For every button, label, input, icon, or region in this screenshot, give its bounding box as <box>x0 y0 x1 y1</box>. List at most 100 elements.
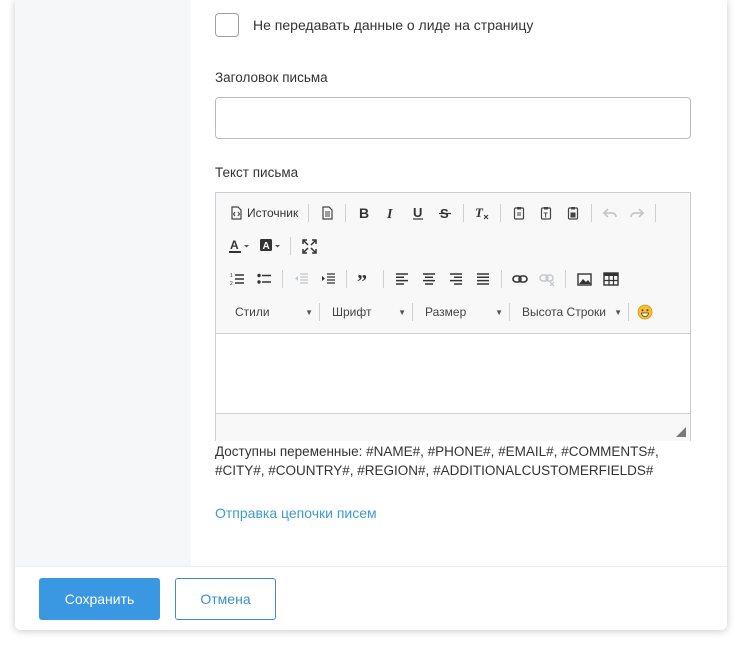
bold-button[interactable]: B <box>352 201 376 225</box>
text-color-icon: A <box>228 238 250 254</box>
line-height-combo[interactable]: Высота Строки ▼ <box>512 300 626 324</box>
toolbar-separator <box>282 270 283 288</box>
save-button[interactable]: Сохранить <box>39 578 160 620</box>
toolbar-separator <box>501 270 502 288</box>
side-panel <box>15 0 191 566</box>
cancel-button[interactable]: Отмена <box>175 578 276 620</box>
undo-button[interactable] <box>598 201 622 225</box>
toolbar-separator <box>565 270 566 288</box>
italic-button[interactable]: I <box>379 201 403 225</box>
bold-icon: B <box>357 206 371 220</box>
toolbar-separator <box>346 270 347 288</box>
align-left-icon <box>395 273 409 285</box>
paste-icon <box>512 206 526 220</box>
modal-footer: Сохранить Отмена <box>15 566 727 630</box>
text-color-button[interactable]: A <box>225 234 253 258</box>
strikethrough-button[interactable]: S <box>433 201 457 225</box>
toolbar-row-4: Стили ▼ Шрифт ▼ Размер ▼ Высота Строки ▼ <box>225 299 660 325</box>
email-chain-link[interactable]: Отправка цепочки писем <box>215 505 377 521</box>
redo-icon <box>629 206 645 220</box>
justify-icon <box>476 273 490 285</box>
maximize-button[interactable] <box>297 234 321 258</box>
maximize-icon <box>301 238 317 254</box>
styles-combo[interactable]: Стили ▼ <box>225 300 317 324</box>
paste-text-button[interactable]: T <box>534 201 558 225</box>
no-pass-lead-option[interactable]: Не передавать данные о лиде на страницу <box>215 13 533 37</box>
toolbar-separator <box>509 303 510 321</box>
toolbar-separator <box>319 303 320 321</box>
indent-icon <box>321 272 336 286</box>
bulleted-list-button[interactable] <box>252 267 276 291</box>
unlink-button[interactable] <box>535 267 559 291</box>
unlink-icon <box>539 272 555 286</box>
numbered-list-button[interactable]: 12 <box>225 267 249 291</box>
body-label: Текст письма <box>215 165 299 180</box>
align-left-button[interactable] <box>390 267 414 291</box>
bulleted-list-icon <box>256 272 272 286</box>
align-center-button[interactable] <box>417 267 441 291</box>
paste-button[interactable] <box>507 201 531 225</box>
editor-statusbar <box>216 413 690 441</box>
link-icon <box>512 273 528 285</box>
link-button[interactable] <box>508 267 532 291</box>
toolbar-separator <box>463 204 465 222</box>
size-combo-label: Размер <box>425 305 467 319</box>
table-icon <box>603 272 619 286</box>
blockquote-button[interactable]: ” <box>353 267 377 291</box>
toolbar-separator <box>628 303 629 321</box>
image-button[interactable] <box>572 267 596 291</box>
strikethrough-icon: S <box>438 206 452 220</box>
toolbar-separator <box>500 204 502 222</box>
underline-icon: U <box>411 206 425 220</box>
toolbar-separator <box>655 204 657 222</box>
emoji-button[interactable] <box>633 300 657 324</box>
source-label: Источник <box>247 206 299 220</box>
bg-color-icon: A <box>259 238 281 254</box>
svg-text:I: I <box>386 207 393 220</box>
chevron-down-icon: ▼ <box>398 307 406 317</box>
remove-format-icon: T <box>474 206 490 220</box>
font-combo[interactable]: Шрифт ▼ <box>322 300 410 324</box>
line-height-combo-label: Высота Строки <box>522 305 607 319</box>
toolbar-separator <box>308 204 310 222</box>
no-pass-lead-label[interactable]: Не передавать данные о лиде на страницу <box>253 17 533 33</box>
numbered-list-icon: 12 <box>230 272 245 286</box>
svg-text:T: T <box>475 206 484 220</box>
align-right-icon <box>449 273 463 285</box>
toolbar-row-1: Источник B I U T T <box>225 200 662 226</box>
size-combo[interactable]: Размер ▼ <box>415 300 507 324</box>
indent-button[interactable] <box>316 267 340 291</box>
align-right-button[interactable] <box>444 267 468 291</box>
blockquote-icon: ” <box>357 272 373 286</box>
svg-text:1: 1 <box>230 273 233 279</box>
toolbar-row-3: 12 ” <box>225 266 626 292</box>
font-combo-label: Шрифт <box>332 305 372 319</box>
toolbar-row-2: A A <box>225 233 324 259</box>
bg-color-button[interactable]: A <box>256 234 284 258</box>
editor-content-area[interactable] <box>216 334 690 413</box>
new-page-button[interactable] <box>315 201 339 225</box>
redo-button[interactable] <box>625 201 649 225</box>
no-pass-lead-checkbox[interactable] <box>215 13 239 37</box>
outdent-button[interactable] <box>289 267 313 291</box>
remove-format-button[interactable]: T <box>470 201 494 225</box>
chevron-down-icon: ▼ <box>614 307 622 317</box>
align-center-icon <box>422 273 436 285</box>
emoji-icon <box>637 304 653 320</box>
underline-button[interactable]: U <box>406 201 430 225</box>
justify-button[interactable] <box>471 267 495 291</box>
source-button[interactable]: Источник <box>225 201 302 225</box>
toolbar-separator <box>290 237 291 255</box>
variables-hint: Доступны переменные: #NAME#, #PHONE#, #E… <box>215 444 659 478</box>
italic-icon: I <box>384 206 398 220</box>
resize-handle-icon[interactable] <box>676 427 686 437</box>
toolbar-separator <box>345 204 347 222</box>
table-button[interactable] <box>599 267 623 291</box>
new-page-icon <box>320 206 334 220</box>
subject-input[interactable] <box>215 97 691 139</box>
paste-word-button[interactable] <box>561 201 585 225</box>
chevron-down-icon: ▼ <box>495 307 503 317</box>
toolbar-separator <box>383 270 384 288</box>
paste-text-icon: T <box>539 206 553 220</box>
chevron-down-icon: ▼ <box>305 307 313 317</box>
